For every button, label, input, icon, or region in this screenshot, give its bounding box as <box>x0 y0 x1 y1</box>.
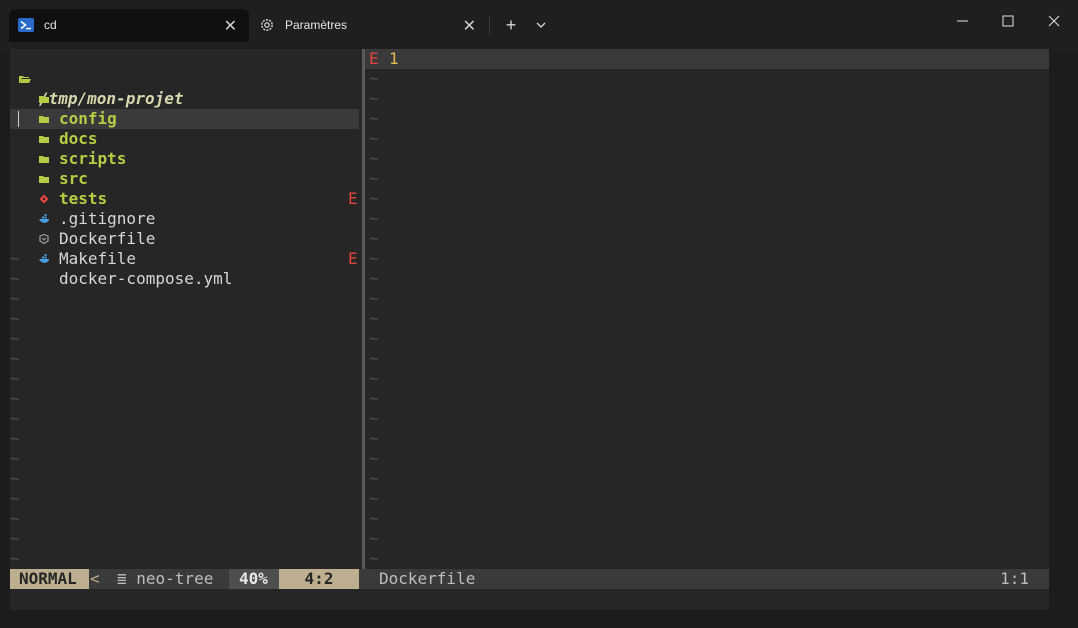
tilde-marker: ~ <box>10 329 20 348</box>
file-tree-pane[interactable]: /tmp/mon-projet config docs scripts src … <box>10 49 359 569</box>
tilde-marker: ~ <box>369 309 379 328</box>
close-window-icon[interactable] <box>1037 8 1071 34</box>
tilde-marker: ~ <box>369 449 379 468</box>
tilde-marker: ~ <box>369 369 379 388</box>
tilde-marker: ~ <box>10 429 20 448</box>
empty-line: ~ <box>10 449 359 469</box>
tilde-marker: ~ <box>10 309 20 328</box>
tilde-marker: ~ <box>10 549 20 568</box>
tilde-marker: ~ <box>369 429 379 448</box>
tree-item-dockerfile[interactable]: Dockerfile E <box>10 189 359 268</box>
status-separator: < <box>90 569 100 588</box>
new-tab-button[interactable]: + <box>500 14 522 36</box>
tilde-marker: ~ <box>10 509 20 528</box>
tilde-marker: ~ <box>369 69 379 88</box>
tilde-marker: ~ <box>10 269 20 288</box>
tilde-marker: ~ <box>369 89 379 108</box>
tilde-marker: ~ <box>10 409 20 428</box>
tilde-marker: ~ <box>369 269 379 288</box>
tree-item-tests[interactable]: tests <box>10 149 359 208</box>
tilde-marker: ~ <box>369 229 379 248</box>
terminal-area[interactable]: /tmp/mon-projet config docs scripts src … <box>10 49 1049 610</box>
gear-icon <box>261 19 273 31</box>
tree-item-docs[interactable]: docs <box>10 89 359 148</box>
tilde-marker: ~ <box>369 489 379 508</box>
tilde-marker: ~ <box>369 249 379 268</box>
tree-item-gitignore[interactable]: .gitignore <box>10 169 359 228</box>
empty-line: ~ <box>10 329 359 349</box>
tilde-marker: ~ <box>369 409 379 428</box>
mode-indicator: NORMAL <box>10 569 89 589</box>
maximize-icon[interactable] <box>991 8 1025 34</box>
tilde-marker: ~ <box>10 349 20 368</box>
tilde-marker: ~ <box>10 249 20 268</box>
empty-line: ~ <box>10 549 359 569</box>
tilde-marker: ~ <box>10 529 20 548</box>
error-sign: E <box>369 49 379 68</box>
tilde-marker: ~ <box>369 149 379 168</box>
tab-label: cd <box>44 18 57 32</box>
powershell-icon <box>18 18 34 32</box>
empty-line: ~ <box>10 489 359 509</box>
tilde-marker: ~ <box>10 389 20 408</box>
title-bar: cd ✕ Paramètres ✕ + <box>0 0 1078 50</box>
tilde-marker: ~ <box>369 389 379 408</box>
empty-line: ~ <box>10 469 359 489</box>
empty-line: ~ <box>10 409 359 429</box>
chevron-down-icon[interactable] <box>530 14 552 36</box>
tilde-marker: ~ <box>369 469 379 488</box>
tilde-marker: ~ <box>10 469 20 488</box>
tilde-marker: ~ <box>369 189 379 208</box>
empty-line: ~ <box>10 309 359 329</box>
tilde-marker: ~ <box>369 509 379 528</box>
tilde-marker: ~ <box>369 549 379 568</box>
tilde-marker: ~ <box>369 349 379 368</box>
empty-line: ~ <box>10 389 359 409</box>
editor-pane[interactable]: E 1 ~ ~ ~ ~ ~ ~ ~ ~ ~ ~ ~ ~ ~ ~ ~ ~ ~ ~ … <box>365 49 1049 569</box>
tilde-marker: ~ <box>369 529 379 548</box>
filetype-label: ≣ neo-tree <box>117 569 214 588</box>
tree-item-makefile[interactable]: Makefile <box>10 209 359 268</box>
tab-divider <box>489 16 490 34</box>
command-line[interactable] <box>10 589 1049 610</box>
close-tab-icon[interactable]: ✕ <box>224 16 237 36</box>
cursor-position: 4:2 <box>279 569 359 589</box>
tilde-marker: ~ <box>369 209 379 228</box>
tilde-marker: ~ <box>10 289 20 308</box>
tilde-marker: ~ <box>369 169 379 188</box>
empty-line: ~ <box>10 529 359 549</box>
tab-cd[interactable]: cd ✕ <box>9 9 249 42</box>
scroll-percent: 40% <box>229 569 279 589</box>
empty-line: ~ <box>10 369 359 389</box>
tree-item-scripts[interactable]: scripts <box>10 109 359 168</box>
tilde-marker: ~ <box>369 109 379 128</box>
tilde-marker: ~ <box>369 329 379 348</box>
tree-root[interactable]: /tmp/mon-projet <box>10 49 359 108</box>
tab-parametres[interactable]: Paramètres ✕ <box>250 9 488 41</box>
tree-item-docker-compose[interactable]: docker-compose.yml <box>10 229 359 288</box>
empty-line: ~ <box>10 349 359 369</box>
tab-label: Paramètres <box>285 18 348 32</box>
status-line: NORMAL < ≣ neo-tree 40% 4:2 Dockerfile 1… <box>10 569 1049 589</box>
cursor-line <box>365 49 1049 69</box>
line-number: 1 <box>389 49 399 68</box>
empty-line: ~ <box>10 289 359 309</box>
tilde-marker: ~ <box>10 449 20 468</box>
tilde-marker: ~ <box>10 369 20 388</box>
empty-line: ~ <box>10 249 359 269</box>
current-file-name: Dockerfile <box>379 569 476 588</box>
empty-line: ~ <box>10 269 359 289</box>
tilde-marker: ~ <box>369 129 379 148</box>
minimize-icon[interactable] <box>946 8 980 34</box>
empty-line: ~ <box>10 509 359 529</box>
file-cursor-position: 1:1 <box>1000 569 1029 588</box>
tilde-marker: ~ <box>10 489 20 508</box>
empty-line: ~ <box>10 429 359 449</box>
tree-item-src[interactable]: src E <box>10 129 359 208</box>
close-tab-icon[interactable]: ✕ <box>463 16 476 36</box>
tilde-marker: ~ <box>369 289 379 308</box>
tree-item-config[interactable]: config <box>10 69 359 128</box>
